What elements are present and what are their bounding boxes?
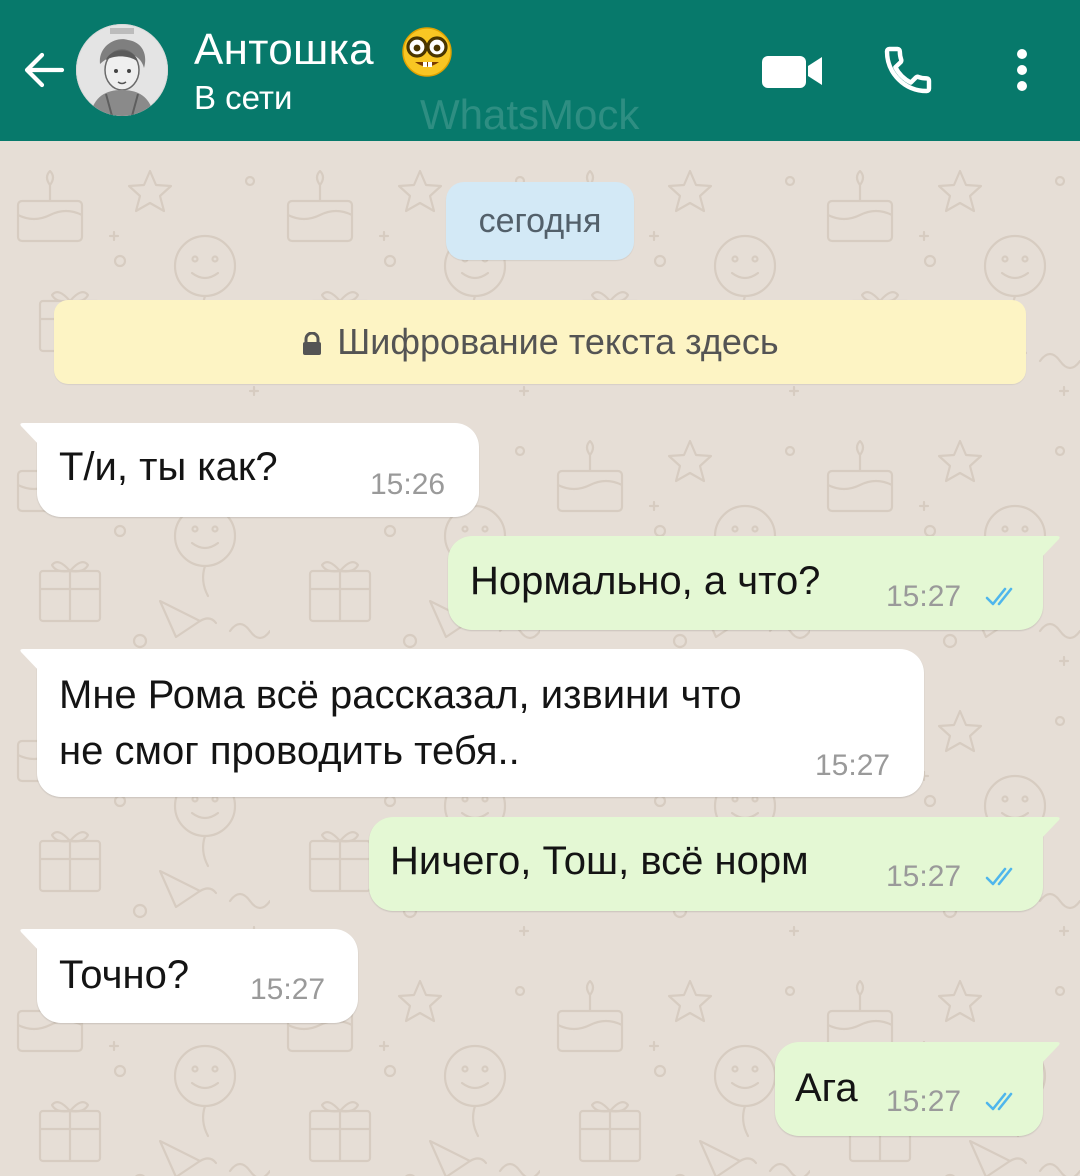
read-receipt-icon	[985, 867, 1013, 886]
video-call-button[interactable]	[760, 50, 826, 92]
voice-call-button[interactable]	[880, 42, 936, 98]
message-bubble-incoming[interactable]: Точно? 15:27	[20, 929, 358, 1023]
watermark: WhatsMock	[420, 91, 640, 138]
more-options-button[interactable]	[1006, 44, 1038, 96]
bubble-tail	[20, 649, 41, 673]
more-vertical-icon	[1017, 49, 1027, 91]
message-text: Т/и, ты как?	[59, 445, 278, 489]
read-receipt-icon	[985, 1092, 1013, 1111]
message-bubble-outgoing[interactable]: Ага 15:27	[775, 1042, 1060, 1136]
message-text: не смог проводить тебя..	[59, 729, 520, 773]
contact-status: В сети	[194, 79, 293, 116]
lock-icon	[303, 332, 322, 355]
message-time: 15:27	[886, 860, 962, 893]
date-chip: сегодня	[446, 182, 634, 260]
back-button[interactable]	[18, 44, 70, 96]
nerd-face-emoji-icon	[400, 24, 454, 78]
message-text: Мне Рома всё рассказал, извини что	[59, 673, 742, 717]
message-time: 15:27	[250, 973, 326, 1006]
video-camera-icon	[762, 56, 822, 88]
message-bubble-incoming[interactable]: Т/и, ты как? 15:26	[20, 423, 479, 517]
bubble-tail	[1039, 536, 1060, 560]
bubble-tail	[20, 423, 41, 447]
message-time: 15:27	[886, 580, 962, 613]
message-text: Точно?	[59, 953, 190, 997]
encryption-notice[interactable]: Шифрование текста здесь	[54, 300, 1026, 384]
encryption-notice-text: Шифрование текста здесь	[337, 321, 779, 362]
message-bubble-outgoing[interactable]: Ничего, Тош, всё норм 15:27	[369, 817, 1060, 911]
message-text: Нормально, а что?	[470, 559, 821, 603]
message-bubble-outgoing[interactable]: Нормально, а что? 15:27	[448, 536, 1060, 630]
bubble-tail	[1039, 817, 1060, 841]
phone-icon	[884, 46, 932, 94]
arrow-left-icon	[24, 52, 65, 88]
bubble-tail	[1039, 1042, 1060, 1066]
message-time: 15:27	[815, 749, 891, 782]
message-time: 15:27	[886, 1085, 962, 1118]
message-text: Ага	[795, 1066, 858, 1110]
contact-name[interactable]: Антошка	[194, 26, 374, 74]
contact-avatar[interactable]	[76, 24, 168, 116]
bubble-tail	[20, 929, 41, 953]
read-receipt-icon	[985, 587, 1013, 606]
avatar-drawing	[76, 24, 168, 116]
message-text: Ничего, Тош, всё норм	[390, 839, 809, 883]
message-bubble-incoming[interactable]: Мне Рома всё рассказал, извини что не см…	[20, 649, 924, 797]
chat-header: Антошка В сети WhatsMock	[0, 0, 1080, 141]
message-time: 15:26	[370, 468, 446, 501]
